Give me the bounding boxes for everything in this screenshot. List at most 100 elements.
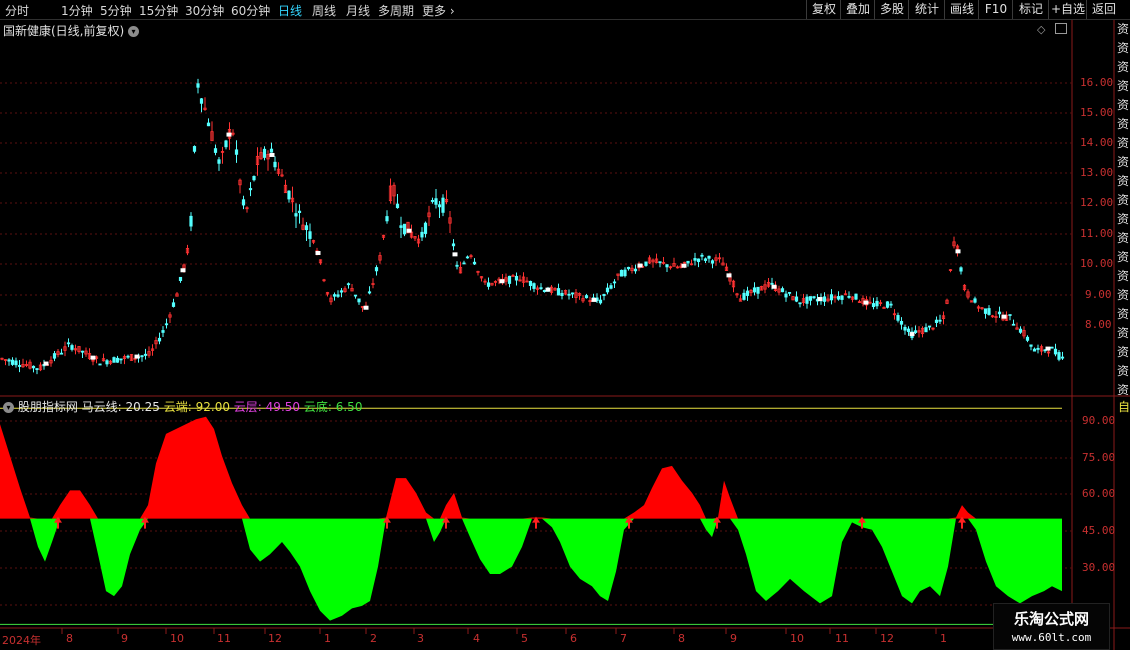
candle-body — [399, 225, 403, 228]
candle-body — [938, 319, 942, 322]
candle-body — [805, 296, 809, 304]
candle-body — [66, 342, 71, 345]
signal-marker — [817, 297, 823, 302]
side-char: 资 — [1116, 364, 1129, 378]
watermark-url: www.60lt.com — [1011, 631, 1092, 644]
candle-body — [934, 319, 939, 323]
signal-marker — [452, 252, 458, 257]
candle-body — [248, 188, 253, 191]
side-char: 资 — [1116, 117, 1129, 131]
candle-body — [70, 345, 74, 350]
candle-body — [199, 98, 204, 104]
side-char: 资 — [1116, 136, 1129, 150]
candle-body — [140, 355, 144, 358]
candle-body — [115, 357, 120, 363]
candle-body — [532, 283, 536, 289]
candle-body — [798, 302, 802, 305]
candle-body — [686, 260, 690, 264]
signal-marker — [134, 354, 140, 359]
side-char: 资 — [1116, 155, 1129, 169]
candle-body — [1008, 314, 1012, 316]
date-tick: 12 — [880, 632, 894, 645]
candle-body — [332, 294, 337, 297]
candle-body — [31, 365, 36, 369]
candle-body — [346, 283, 351, 286]
date-tick: 9 — [121, 632, 128, 645]
indicator-title: ▾ 股朋指标网 马云线: 20.25 云端: 92.00 云层: 49.50 云… — [3, 398, 362, 415]
side-char: 资 — [1116, 250, 1129, 264]
candle-body — [752, 287, 757, 293]
candle-body — [143, 353, 148, 356]
candlestick-series — [0, 78, 1065, 375]
date-tick: 2024年 — [2, 634, 41, 647]
candle-body — [462, 262, 466, 265]
candle-body — [885, 301, 890, 308]
date-tick: 5 — [521, 632, 528, 645]
legend-label-cloud-layer: 云层: — [233, 400, 262, 414]
legend-value-ma-cloud: 20.25 — [125, 400, 160, 414]
candle-body — [35, 368, 39, 370]
indicator-series — [0, 407, 1062, 625]
side-char: 资 — [1116, 98, 1129, 112]
indicator-side-label: 自 — [1118, 400, 1130, 414]
candle-body — [703, 258, 708, 261]
candle-body — [623, 269, 627, 277]
candle-body — [297, 210, 302, 213]
candle-body — [17, 365, 22, 367]
signal-marker — [909, 332, 915, 337]
date-tick: 7 — [620, 632, 627, 645]
candle-body — [696, 258, 701, 263]
candle-body — [644, 261, 648, 266]
candle-body — [1053, 348, 1058, 355]
price-tick: 11.00 — [1080, 227, 1114, 240]
candle-body — [906, 328, 911, 333]
date-tick: 10 — [790, 632, 804, 645]
signal-marker — [226, 132, 232, 137]
candle-body — [1025, 336, 1030, 341]
candle-body — [80, 350, 85, 353]
candle-body — [126, 355, 130, 358]
candle-body — [1018, 328, 1023, 333]
candle-body — [304, 225, 309, 231]
date-tick: 12 — [268, 632, 282, 645]
candle-body — [171, 302, 176, 307]
candle-body — [59, 352, 64, 355]
side-info-strip[interactable]: 资资资资资资资资资资资资资资资资资资资资资 — [1116, 20, 1130, 395]
candle-body — [465, 256, 470, 259]
date-tick: 1 — [940, 632, 947, 645]
price-tick: 8.00 — [1085, 318, 1112, 331]
side-char: 资 — [1116, 60, 1129, 74]
candle-body — [787, 291, 792, 294]
side-char: 资 — [1116, 174, 1129, 188]
side-char: 资 — [1116, 231, 1129, 245]
date-tick: 8 — [678, 632, 685, 645]
candle-body — [560, 292, 564, 297]
candle-body — [336, 294, 340, 297]
side-char: 资 — [1116, 345, 1129, 359]
candle-body — [1029, 344, 1033, 347]
legend-value-cloud-top: 92.00 — [195, 400, 230, 414]
candle-body — [556, 288, 561, 296]
candle-body — [1032, 348, 1037, 352]
chevron-down-icon[interactable]: ▾ — [3, 402, 14, 413]
signal-marker — [591, 297, 597, 302]
date-tick: 3 — [417, 632, 424, 645]
candle-body — [217, 159, 221, 164]
candle-body — [742, 292, 746, 300]
candle-body — [854, 293, 858, 300]
signal-marker — [955, 249, 961, 254]
candle-body — [441, 197, 445, 213]
candle-body — [889, 303, 893, 306]
candle-body — [112, 357, 116, 363]
candle-body — [287, 190, 291, 200]
candle-body — [192, 146, 197, 152]
candle-body — [584, 295, 589, 299]
date-tick: 1 — [324, 632, 331, 645]
candle-body — [619, 269, 624, 277]
signal-marker — [863, 300, 869, 305]
candle-body — [10, 359, 15, 365]
candle-body — [756, 286, 760, 294]
side-char: 资 — [1116, 326, 1129, 340]
candle-body — [395, 203, 400, 209]
candle-body — [511, 275, 515, 277]
